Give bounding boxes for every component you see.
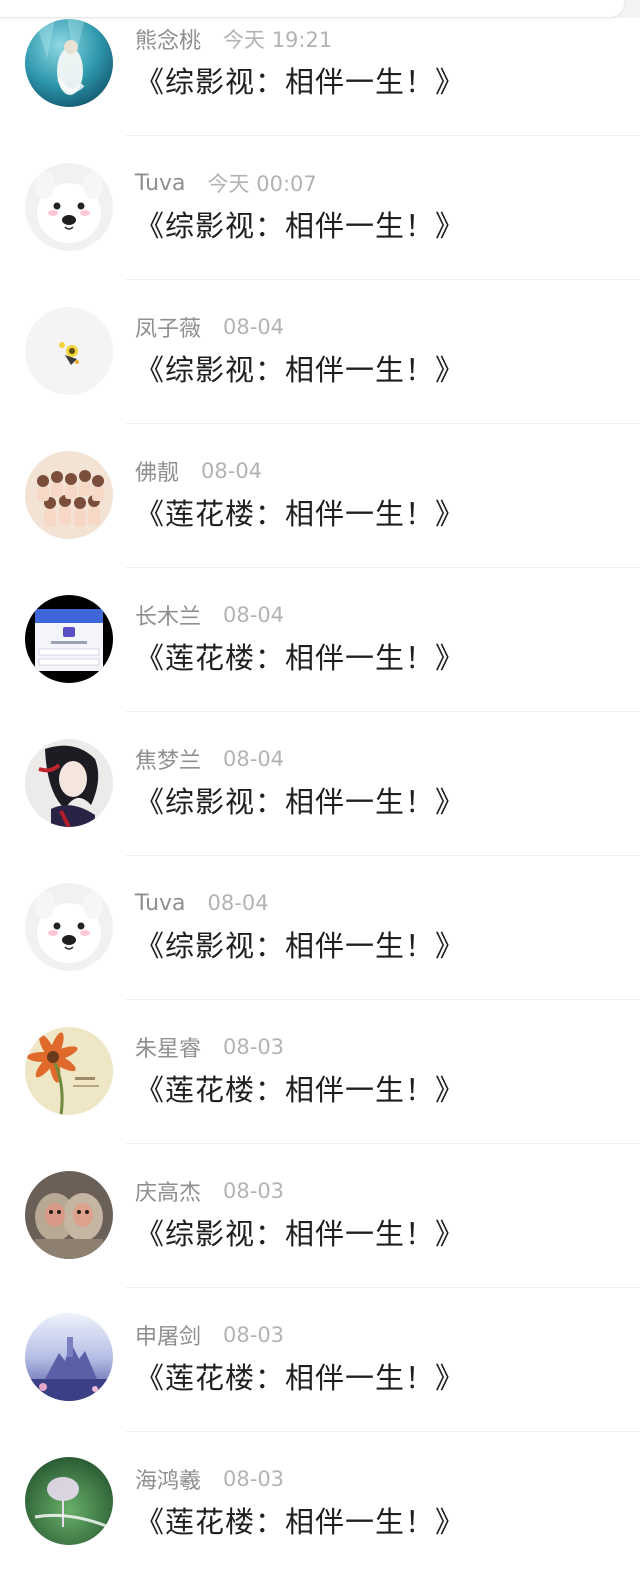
row-divider [126,1287,640,1288]
message-preview: 《综影视：相伴一生！》 [135,929,466,963]
fantasy-castle-avatar[interactable] [25,1313,113,1401]
message-time: 今天 00:07 [207,172,317,196]
conversation-meta: 海鸿羲 08-03 [135,1464,284,1494]
group-photo-avatar[interactable] [25,451,113,539]
sender-name: 焦梦兰 [135,749,202,774]
conversation-row[interactable]: 长木兰 08-04 《莲花楼：相伴一生！》 [0,575,640,719]
conversation-row[interactable]: 朱星睿 08-03 《莲花楼：相伴一生！》 [0,1007,640,1151]
row-divider [126,855,640,856]
sender-name: Tuva [135,890,186,916]
white-dog-avatar[interactable] [25,883,113,971]
monkeys-avatar[interactable] [25,1171,113,1259]
conversation-row[interactable]: Tuva 08-04 《综影视：相伴一生！》 [0,863,640,1007]
conversation-meta: 申屠剑 08-03 [135,1320,284,1350]
conversation-row[interactable]: Tuva 今天 00:07 《综影视：相伴一生！》 [0,143,640,287]
conversation-meta: 凤子薇 08-04 [135,312,284,342]
conversation-row[interactable]: 申屠剑 08-03 《莲花楼：相伴一生！》 [0,1295,640,1439]
sender-name: 朱星睿 [135,1037,202,1062]
conversation-meta: Tuva 今天 00:07 [135,168,317,198]
message-time: 08-04 [223,747,285,771]
message-preview: 《莲花楼：相伴一生！》 [135,641,466,675]
conversation-meta: 长木兰 08-04 [135,600,284,630]
message-preview: 《莲花楼：相伴一生！》 [135,1073,466,1107]
message-time: 08-03 [223,1467,285,1491]
message-preview: 《综影视：相伴一生！》 [135,785,466,819]
phone-screenshot-avatar[interactable] [25,595,113,683]
message-time: 08-03 [223,1179,285,1203]
anime-character-avatar[interactable] [25,739,113,827]
message-time: 今天 19:21 [223,28,333,52]
conversation-meta: Tuva 08-04 [135,888,269,918]
conversation-row[interactable]: 庆高杰 08-03 《综影视：相伴一生！》 [0,1151,640,1295]
message-preview: 《综影视：相伴一生！》 [135,353,466,387]
row-divider [126,1431,640,1432]
message-preview: 《莲花楼：相伴一生！》 [135,497,466,531]
message-time: 08-03 [223,1035,285,1059]
white-dog-avatar[interactable] [25,163,113,251]
sender-name: Tuva [135,170,186,196]
conversation-meta: 佛靓 08-04 [135,456,262,486]
conversation-row[interactable]: 熊念桃 今天 19:21 《综影视：相伴一生！》 [0,0,640,143]
conversation-row[interactable]: 焦梦兰 08-04 《综影视：相伴一生！》 [0,719,640,863]
sender-name: 熊念桃 [135,29,202,54]
small-cartoon-avatar[interactable] [25,307,113,395]
row-divider [126,135,640,136]
sender-name: 申屠剑 [135,1325,202,1350]
message-preview: 《综影视：相伴一生！》 [135,65,466,99]
sender-name: 佛靓 [135,461,180,486]
row-divider [126,279,640,280]
row-divider [126,711,640,712]
message-time: 08-03 [223,1323,285,1347]
message-preview: 《综影视：相伴一生！》 [135,209,466,243]
conversation-row[interactable]: 海鸿羲 08-03 《莲花楼：相伴一生！》 [0,1439,640,1583]
message-time: 08-04 [223,603,285,627]
message-preview: 《综影视：相伴一生！》 [135,1217,466,1251]
conversation-meta: 朱星睿 08-03 [135,1032,284,1062]
conversation-meta: 焦梦兰 08-04 [135,744,284,774]
row-divider [126,567,640,568]
message-time: 08-04 [201,459,263,483]
flower-avatar[interactable] [25,1027,113,1115]
sender-name: 长木兰 [135,605,202,630]
message-time: 08-04 [223,315,285,339]
conversation-meta: 庆高杰 08-03 [135,1176,284,1206]
jellyfish-umbrella-avatar[interactable] [25,1457,113,1545]
row-divider [126,423,640,424]
sender-name: 庆高杰 [135,1181,202,1206]
conversation-row[interactable]: 佛靓 08-04 《莲花楼：相伴一生！》 [0,431,640,575]
conversation-meta: 熊念桃 今天 19:21 [135,24,332,54]
row-divider [126,999,640,1000]
underwater-figure-avatar[interactable] [25,19,113,107]
sender-name: 凤子薇 [135,317,202,342]
conversation-row[interactable]: 凤子薇 08-04 《综影视：相伴一生！》 [0,287,640,431]
message-time: 08-04 [207,891,269,915]
row-divider [126,1143,640,1144]
message-preview: 《莲花楼：相伴一生！》 [135,1361,466,1395]
message-preview: 《莲花楼：相伴一生！》 [135,1505,466,1539]
sender-name: 海鸿羲 [135,1469,202,1494]
